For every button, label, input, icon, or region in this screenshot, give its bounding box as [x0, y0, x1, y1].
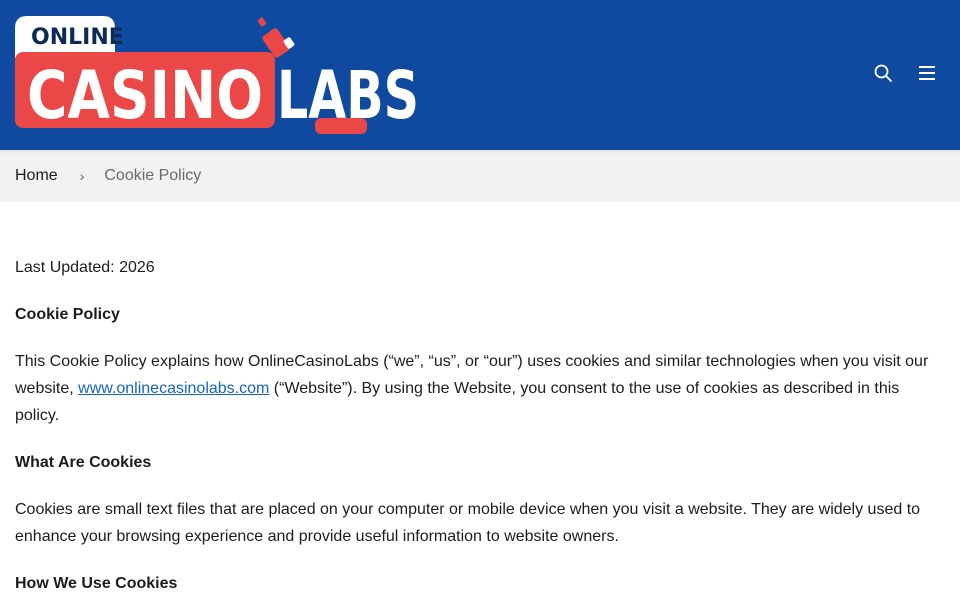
header-actions: [874, 62, 936, 84]
intro-paragraph: This Cookie Policy explains how OnlineCa…: [15, 348, 945, 429]
section-body-what-are-cookies: Cookies are small text files that are pl…: [15, 501, 921, 545]
policy-content: Last Updated: 2026 Cookie Policy This Co…: [0, 202, 960, 597]
section-heading-how-we-use-cookies: How We Use Cookies: [15, 575, 178, 592]
search-icon[interactable]: [874, 62, 892, 84]
menu-icon[interactable]: [918, 62, 936, 84]
section-heading-what-are-cookies: What Are Cookies: [15, 454, 152, 471]
logo-casino-text: CASINO: [27, 57, 263, 134]
breadcrumb: Home › Cookie Policy: [0, 150, 960, 202]
breadcrumb-separator: ›: [79, 168, 85, 184]
policy-title: Cookie Policy: [15, 306, 120, 323]
site-logo[interactable]: ONLINE CASINO LABS: [15, 14, 425, 136]
logo-online-text: ONLINE: [31, 25, 124, 50]
website-link[interactable]: www.onlinecasinolabs.com: [78, 380, 269, 397]
breadcrumb-home-link[interactable]: Home: [15, 167, 58, 185]
last-updated: Last Updated: 2026: [15, 259, 155, 276]
logo-labs-text: LABS: [277, 57, 419, 134]
breadcrumb-current: Cookie Policy: [104, 167, 202, 184]
site-header: ONLINE CASINO LABS: [0, 0, 960, 150]
